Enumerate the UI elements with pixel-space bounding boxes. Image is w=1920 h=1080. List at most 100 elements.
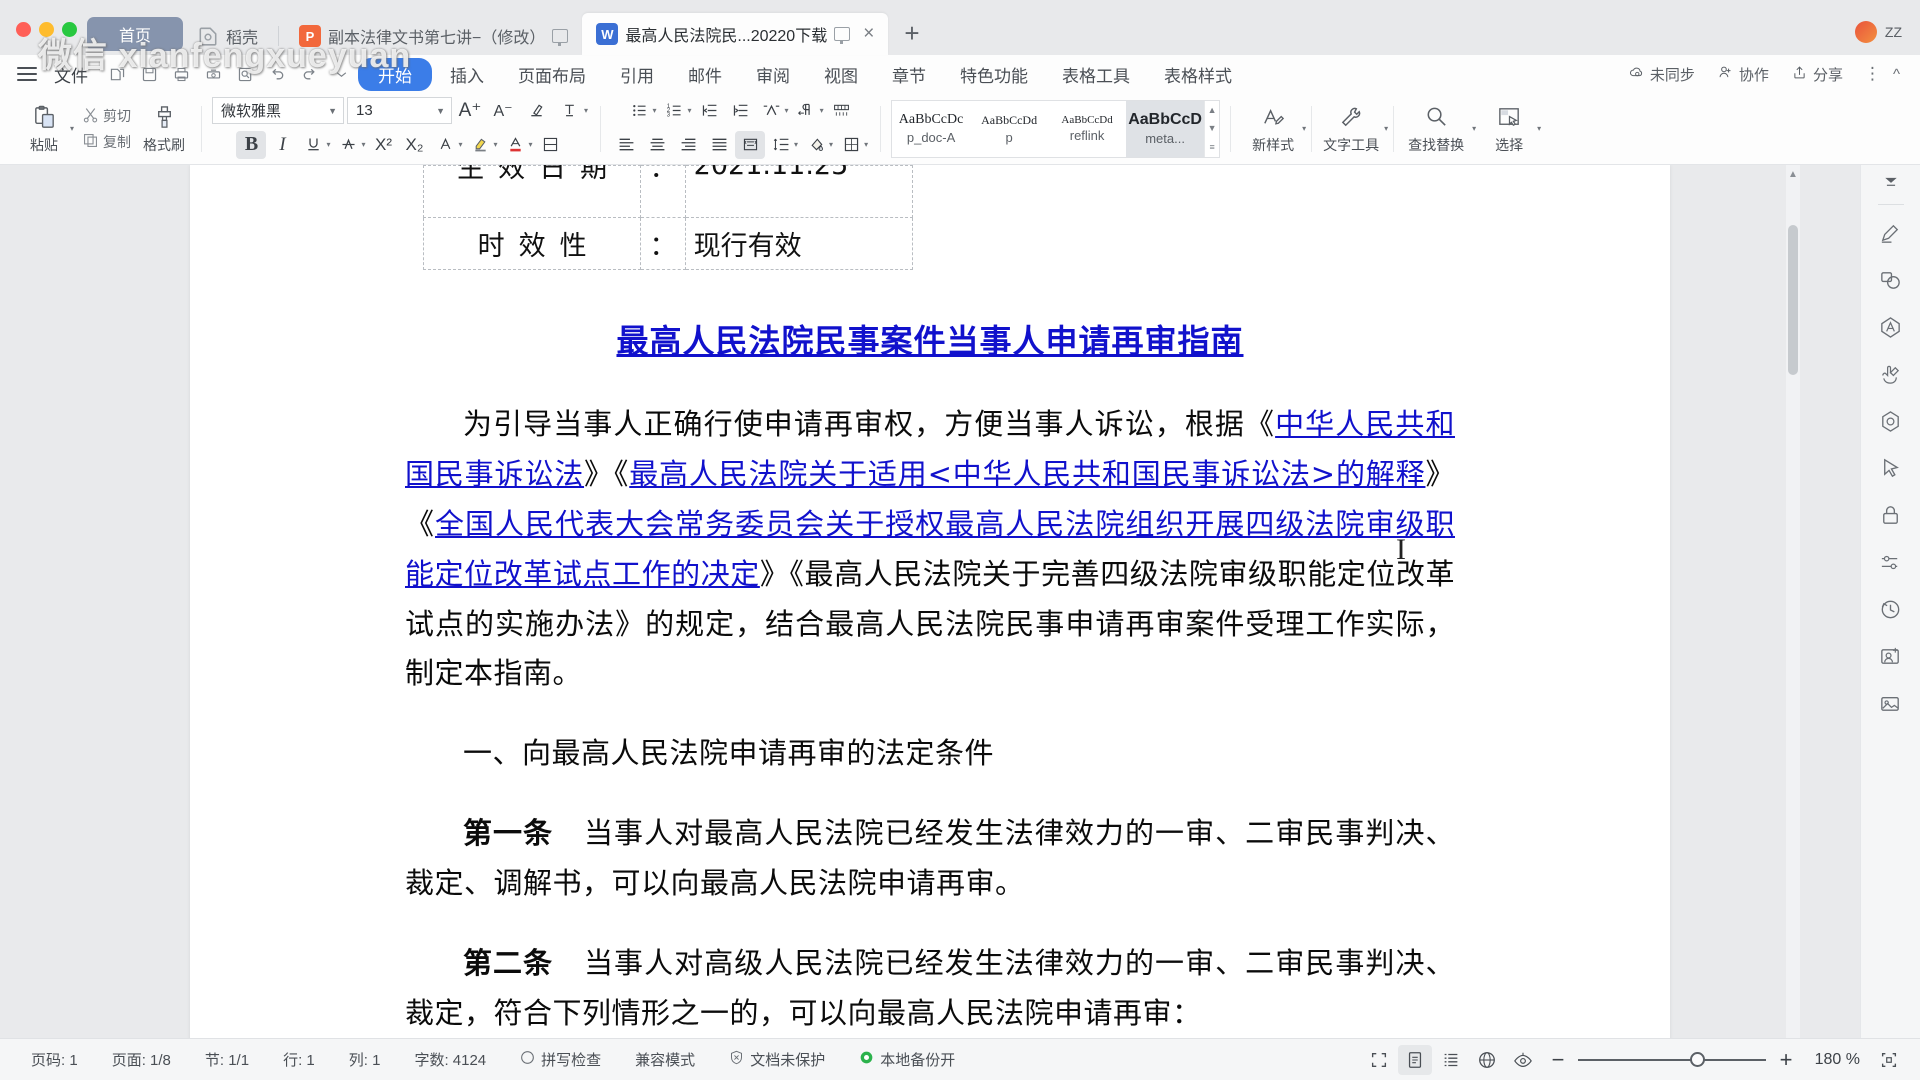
menu-tab-table-tools[interactable]: 表格工具 [1046,58,1146,91]
text-distribute-icon[interactable] [757,97,787,125]
find-icon[interactable] [230,61,260,87]
increase-indent-icon[interactable] [726,97,756,125]
document-canvas[interactable]: 生效日期 ： 2021.11.25 时效性 ： 现行有效 最高人民法院民事案件当… [0,165,1860,1038]
decrease-font-size-button[interactable]: A⁻ [488,97,518,125]
chevron-down-icon[interactable]: ▾ [1302,124,1306,133]
status-word-count[interactable]: 字数: 4124 [397,1049,503,1070]
cast-icon[interactable] [834,27,851,44]
zoom-slider[interactable] [1578,1052,1766,1068]
zoom-in-button[interactable]: + [1776,1047,1796,1073]
outline-view-icon[interactable] [1434,1045,1468,1075]
align-justify-icon[interactable] [704,131,734,159]
chevron-down-icon[interactable]: ▾ [864,140,868,149]
line-spacing-icon[interactable] [766,131,796,159]
chevron-down-icon[interactable]: ▾ [653,106,657,115]
scroll-up-icon[interactable]: ▲ [1208,105,1217,115]
font-family-select[interactable]: 微软雅黑 ▼ [212,97,345,124]
copy-button[interactable]: 复制 [78,130,135,154]
app-menu-icon[interactable] [14,61,40,87]
document-page[interactable]: 生效日期 ： 2021.11.25 时效性 ： 现行有效 最高人民法院民事案件当… [190,165,1670,1038]
smart-edit-button[interactable] [1869,214,1913,258]
quick-access-dropdown-icon[interactable] [326,61,356,87]
chevron-down-icon[interactable]: ▾ [1537,124,1541,133]
new-style-button[interactable]: 新样式 [1241,102,1305,155]
superscript-button[interactable]: X² [369,131,399,159]
status-page-number[interactable]: 页码: 1 [14,1049,95,1070]
full-screen-view-icon[interactable] [1362,1045,1396,1075]
sync-status-button[interactable]: 未同步 [1619,61,1704,88]
strikethrough-button[interactable] [334,131,364,159]
decrease-indent-icon[interactable] [695,97,725,125]
italic-button[interactable]: I [267,131,297,159]
numbered-list-icon[interactable]: 123 [660,97,690,125]
menu-tab-view[interactable]: 视图 [808,58,874,91]
status-page-count[interactable]: 页面: 1/8 [95,1049,188,1070]
bold-button[interactable]: B [236,130,267,159]
new-icon[interactable] [102,61,132,87]
web-layout-view-icon[interactable] [1470,1045,1504,1075]
menu-tab-page-layout[interactable]: 页面布局 [502,58,602,91]
tab-pdf-document[interactable]: P 副本法律文书第七讲−（修改） [285,17,582,55]
align-right-icon[interactable] [673,131,703,159]
chevron-down-icon[interactable]: ▾ [1384,124,1388,133]
close-tab-icon[interactable]: × [863,23,874,45]
picture-button[interactable] [1869,684,1913,728]
protect-button[interactable] [1869,496,1913,540]
portrait-button[interactable] [1869,637,1913,681]
chevron-down-icon[interactable]: ▾ [362,140,366,149]
status-section[interactable]: 节: 1/1 [188,1049,266,1070]
chevron-down-icon[interactable]: ▾ [688,106,692,115]
settings-button[interactable] [1869,543,1913,587]
tab-docer[interactable]: 稻壳 [183,17,272,55]
increase-font-size-button[interactable]: A⁺ [455,97,485,125]
scroll-down-icon[interactable]: ▼ [1208,123,1217,133]
chevron-down-icon[interactable]: ▾ [326,140,330,149]
resource-button[interactable] [1869,402,1913,446]
maximize-window-button[interactable] [62,22,77,37]
reading-view-icon[interactable] [1506,1045,1540,1075]
chevron-down-icon[interactable]: ▾ [529,140,533,149]
align-left-icon[interactable] [611,131,641,159]
metadata-table[interactable]: 生效日期 ： 2021.11.25 时效性 ： 现行有效 [422,165,914,270]
scroll-up-icon[interactable]: ▲ [1788,169,1798,180]
menu-tab-table-styles[interactable]: 表格样式 [1148,58,1248,91]
format-painter-button[interactable]: 格式刷 [137,102,191,155]
chevron-down-icon[interactable]: ▾ [494,140,498,149]
fit-page-icon[interactable] [1872,1045,1906,1075]
chevron-down-icon[interactable]: ▾ [785,106,789,115]
align-distribute-icon[interactable] [735,130,766,159]
menu-file[interactable]: 文件 [42,62,100,87]
style-more-icon[interactable]: ≡ [1209,142,1214,152]
menu-tab-review[interactable]: 审阅 [740,58,806,91]
print-preview-icon[interactable] [198,61,228,87]
zoom-out-button[interactable]: − [1548,1047,1568,1073]
style-item-reflink[interactable]: AaBbCcDd reflink [1048,101,1126,157]
zoom-percent-label[interactable]: 180 % [1804,1051,1870,1069]
para1-link-3[interactable]: 最高人民法院关于适用<中华人民共和国民事诉讼法>的解释 [629,457,1425,491]
chevron-down-icon[interactable]: ▾ [820,106,824,115]
borders-icon[interactable] [836,131,866,159]
page-layout-view-icon[interactable] [1398,1044,1432,1075]
find-replace-button[interactable]: 查找替换 [1397,102,1475,155]
menu-tab-features[interactable]: 特色功能 [944,58,1044,91]
account-label[interactable]: ZZ [1885,24,1902,40]
status-compat-mode[interactable]: 兼容模式 [618,1049,712,1070]
rail-header-icon[interactable] [1882,173,1900,191]
status-spell-check[interactable]: 拼写检查 [503,1049,618,1070]
more-options-icon[interactable]: ⋮ [1856,64,1889,84]
character-border-icon[interactable] [431,131,461,159]
menu-tab-start[interactable]: 开始 [358,57,432,91]
pinyin-guide-icon[interactable] [554,97,584,125]
undo-icon[interactable] [262,61,292,87]
select-button[interactable]: 选择 [1478,102,1540,155]
shapes-button[interactable] [1869,261,1913,305]
annotate-button[interactable] [1869,355,1913,399]
chevron-down-icon[interactable]: ▾ [459,140,463,149]
paste-dropdown-icon[interactable]: ▾ [70,124,74,133]
status-row[interactable]: 行: 1 [266,1049,332,1070]
style-gallery-scroll[interactable]: ▲ ▼ ≡ [1204,100,1219,157]
status-column[interactable]: 列: 1 [332,1049,398,1070]
paragraph-shading-icon[interactable] [801,131,831,159]
chevron-down-icon[interactable]: ▾ [1472,124,1476,133]
ai-assist-button[interactable] [1869,308,1913,352]
